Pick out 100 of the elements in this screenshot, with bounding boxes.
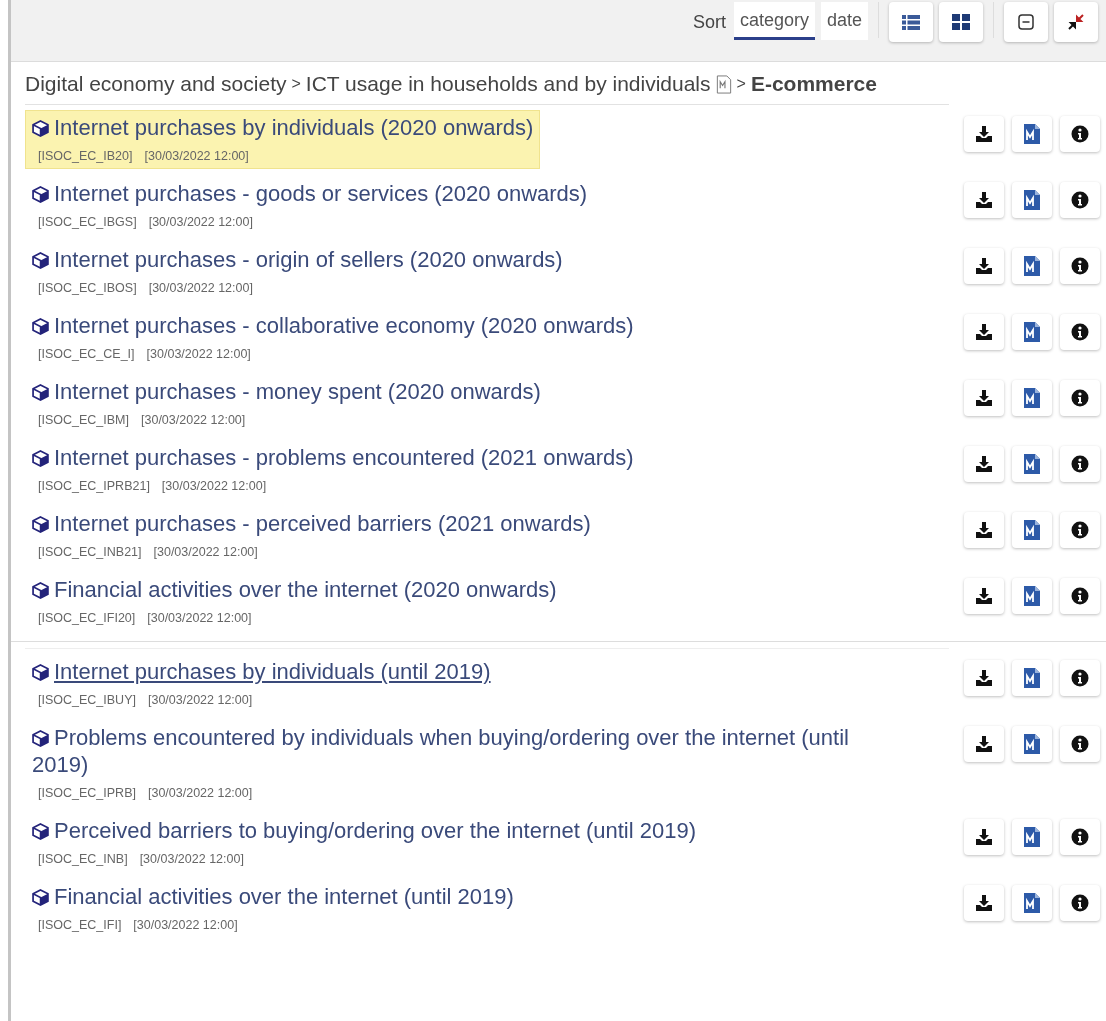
- dataset-link[interactable]: Financial activities over the internet (until 2019): [32, 883, 514, 910]
- download-icon: [975, 191, 993, 209]
- download-button[interactable]: [964, 116, 1004, 152]
- dataset-link[interactable]: Perceived barriers to buying/ordering over the internet (until 2019): [32, 817, 697, 844]
- dataset-link[interactable]: Problems encountered by individuals when buying/ordering over the internet (until 2019): [32, 724, 867, 778]
- download-icon: [975, 125, 993, 143]
- dataset-code: [ISOC_EC_IBOS]: [38, 281, 137, 295]
- download-button[interactable]: [964, 578, 1004, 614]
- download-button[interactable]: [964, 446, 1004, 482]
- breadcrumb-link[interactable]: ICT usage in households and by individuals: [305, 72, 711, 96]
- metadata-button[interactable]: [1012, 726, 1052, 762]
- breadcrumb-link[interactable]: Digital economy and society: [25, 72, 287, 96]
- metadata-button[interactable]: [1012, 578, 1052, 614]
- cube-icon: [32, 120, 49, 137]
- dataset-link[interactable]: Internet purchases - money spent (2020 onwards): [32, 378, 541, 405]
- metadata-file-icon: [1024, 586, 1040, 606]
- info-button[interactable]: [1060, 660, 1100, 696]
- metadata-button[interactable]: [1012, 380, 1052, 416]
- dataset-code: [ISOC_EC_INB21]: [38, 545, 142, 559]
- update-date: [30/03/2022 12:00]: [153, 545, 258, 559]
- metadata-button[interactable]: [1012, 116, 1052, 152]
- dataset-link[interactable]: Internet purchases - origin of sellers (2020 onwards): [32, 246, 563, 273]
- info-button[interactable]: [1060, 116, 1100, 152]
- metadata-button[interactable]: [1012, 660, 1052, 696]
- info-button[interactable]: [1060, 182, 1100, 218]
- update-date: [30/03/2022 12:00]: [144, 149, 249, 163]
- metadata-button[interactable]: [1012, 182, 1052, 218]
- dataset-link[interactable]: Internet purchases - goods or services (2020 onwards): [32, 180, 588, 207]
- info-icon: [1071, 587, 1089, 605]
- metadata-button[interactable]: [1012, 446, 1052, 482]
- cube-icon: [32, 384, 49, 401]
- info-icon: [1071, 257, 1089, 275]
- metadata-button[interactable]: [1012, 248, 1052, 284]
- info-icon: [1071, 521, 1089, 539]
- collapse-button[interactable]: [1004, 2, 1048, 42]
- metadata-button[interactable]: [1012, 314, 1052, 350]
- download-button[interactable]: [964, 726, 1004, 762]
- dataset-link[interactable]: Internet purchases - perceived barriers (2021 onwards): [32, 510, 591, 537]
- grid-view-button[interactable]: [939, 2, 983, 42]
- update-date: [30/03/2022 12:00]: [141, 413, 246, 427]
- info-button[interactable]: [1060, 446, 1100, 482]
- update-date: [30/03/2022 12:00]: [148, 281, 253, 295]
- info-icon: [1071, 828, 1089, 846]
- info-icon: [1071, 735, 1089, 753]
- cube-icon: [32, 516, 49, 533]
- update-date: [30/03/2022 12:00]: [147, 611, 252, 625]
- info-button[interactable]: [1060, 314, 1100, 350]
- info-icon: [1071, 455, 1089, 473]
- list-view-button[interactable]: [889, 2, 933, 42]
- breadcrumb-link[interactable]: E-commerce: [750, 72, 877, 96]
- info-button[interactable]: [1060, 578, 1100, 614]
- info-button[interactable]: [1060, 819, 1100, 855]
- download-button[interactable]: [964, 182, 1004, 218]
- dataset-code: [ISOC_EC_IB20]: [38, 149, 133, 163]
- metadata-file-icon: [1024, 827, 1040, 847]
- sort-tab[interactable]: category: [733, 2, 815, 40]
- metadata-button[interactable]: [1012, 512, 1052, 548]
- download-icon: [975, 257, 993, 275]
- download-icon: [975, 894, 993, 912]
- download-icon: [975, 521, 993, 539]
- minus-square-icon: [1018, 14, 1034, 30]
- download-button[interactable]: [964, 885, 1004, 921]
- dataset-code: [ISOC_EC_IFI]: [38, 918, 122, 932]
- download-icon: [975, 389, 993, 407]
- info-icon: [1071, 894, 1089, 912]
- breadcrumb-separator: >: [291, 75, 301, 93]
- dataset-link[interactable]: Financial activities over the internet (2020 onwards): [32, 576, 557, 603]
- compress-icon: [1068, 14, 1084, 30]
- cube-icon: [32, 186, 49, 203]
- metadata-button[interactable]: [1012, 819, 1052, 855]
- download-button[interactable]: [964, 248, 1004, 284]
- download-button[interactable]: [964, 314, 1004, 350]
- cube-icon: [32, 823, 49, 840]
- download-button[interactable]: [964, 819, 1004, 855]
- cube-icon: [32, 730, 49, 747]
- download-button[interactable]: [964, 380, 1004, 416]
- metadata-file-icon: [1024, 124, 1040, 144]
- download-button[interactable]: [964, 660, 1004, 696]
- dataset-code: [ISOC_EC_IBM]: [38, 413, 129, 427]
- sort-tab[interactable]: date: [820, 2, 868, 40]
- info-button[interactable]: [1060, 512, 1100, 548]
- dataset-link[interactable]: Internet purchases by individuals (until 2019): [32, 658, 491, 685]
- download-button[interactable]: [964, 512, 1004, 548]
- info-button[interactable]: [1060, 885, 1100, 921]
- compress-button[interactable]: [1054, 2, 1098, 42]
- dataset-link[interactable]: Internet purchases - collaborative economy (2020 onwards): [32, 312, 634, 339]
- info-button[interactable]: [1060, 380, 1100, 416]
- info-button[interactable]: [1060, 248, 1100, 284]
- dataset-link[interactable]: Internet purchases by individuals (2020 onwards): [32, 114, 534, 141]
- info-button[interactable]: [1060, 726, 1100, 762]
- cube-icon: [32, 450, 49, 467]
- metadata-button[interactable]: [1012, 885, 1052, 921]
- update-date: [30/03/2022 12:00]: [148, 215, 253, 229]
- list-icon: [902, 14, 920, 30]
- dataset-link[interactable]: Internet purchases - problems encountered (2021 onwards): [32, 444, 634, 471]
- metadata-file-icon: [1024, 454, 1040, 474]
- metadata-file-icon: [1024, 388, 1040, 408]
- dataset-code: [ISOC_EC_IBUY]: [38, 693, 136, 707]
- update-date: [30/03/2022 12:00]: [147, 693, 253, 707]
- info-icon: [1071, 323, 1089, 341]
